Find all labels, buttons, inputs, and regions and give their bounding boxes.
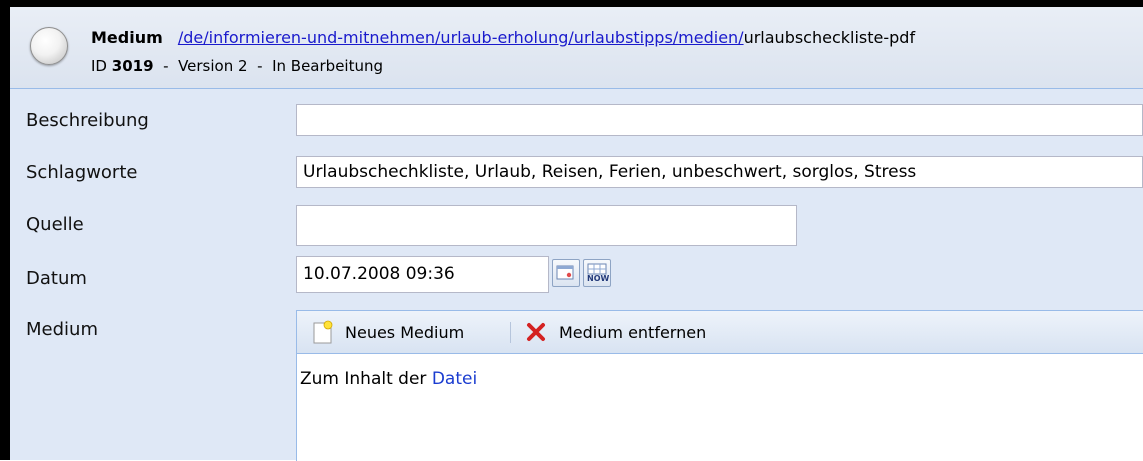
calendar-picker-icon[interactable] — [552, 259, 580, 287]
schlagworte-label: Schlagworte — [26, 162, 138, 183]
new-document-icon — [313, 320, 333, 344]
status-indicator-icon — [30, 27, 68, 65]
schlagworte-input[interactable]: Urlaubschechkliste, Urlaub, Reisen, Feri… — [296, 156, 1143, 188]
toolbar-divider — [510, 322, 511, 343]
new-medium-button[interactable]: Neues Medium — [309, 311, 464, 353]
quelle-input[interactable] — [296, 205, 797, 246]
version-label: Version 2 — [178, 57, 248, 75]
id-label: ID — [91, 57, 107, 75]
quelle-label: Quelle — [26, 214, 84, 235]
window-top-border — [0, 0, 1143, 7]
path-filename: urlaubscheckliste-pdf — [743, 28, 916, 47]
record-type-title: Medium — [91, 28, 163, 47]
beschreibung-input[interactable] — [296, 104, 1143, 136]
beschreibung-label: Beschreibung — [26, 110, 149, 131]
medium-editor-window: Medium /de/informieren-und-mitnehmen/url… — [0, 0, 1143, 461]
record-meta: ID 3019 - Version 2 - In Bearbeitung — [91, 57, 383, 75]
id-value: 3019 — [111, 57, 154, 75]
content-text: Zum Inhalt der — [300, 369, 427, 389]
medium-toolbar: Neues Medium Medium entfernen — [297, 311, 1143, 354]
remove-medium-button[interactable]: Medium entfernen — [525, 311, 706, 353]
medium-label: Medium — [26, 319, 98, 340]
file-link[interactable]: Datei — [432, 369, 477, 389]
now-date-icon[interactable]: NOW — [583, 259, 611, 287]
medium-panel: Neues Medium Medium entfernen Zum Inhalt… — [296, 310, 1143, 461]
medium-content: Zum Inhalt der Datei — [300, 369, 477, 389]
status-label: In Bearbeitung — [272, 57, 384, 75]
remove-medium-label: Medium entfernen — [559, 322, 707, 342]
delete-x-icon — [527, 323, 545, 341]
header-title-line: Medium /de/informieren-und-mitnehmen/url… — [91, 28, 915, 47]
now-label: NOW — [587, 274, 610, 283]
datum-input[interactable]: 10.07.2008 09:36 — [296, 256, 549, 293]
calendar-icon — [556, 265, 574, 280]
path-link[interactable]: /de/informieren-und-mitnehmen/urlaub-erh… — [178, 28, 744, 47]
window-left-border — [0, 0, 10, 460]
record-header: Medium /de/informieren-und-mitnehmen/url… — [10, 7, 1143, 89]
datum-label: Datum — [26, 268, 87, 289]
new-medium-label: Neues Medium — [345, 322, 465, 342]
